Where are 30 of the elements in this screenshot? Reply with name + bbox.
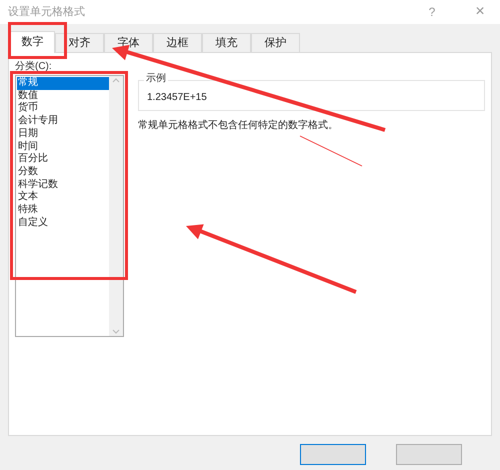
list-item[interactable]: 数值 — [17, 90, 109, 102]
ok-button[interactable] — [300, 444, 366, 465]
tab[interactable]: 对齐 — [55, 33, 104, 52]
list-item[interactable]: 货币 — [17, 102, 109, 116]
category-label: 分类(C): — [15, 61, 53, 73]
tab[interactable]: 数字 — [10, 31, 55, 53]
description-text: 常规单元格格式不包含任何特定的数字格式。 — [138, 118, 339, 133]
sample-legend: 示例 — [144, 73, 168, 85]
list-item[interactable]: 会计专用 — [17, 115, 109, 128]
list-item[interactable]: 文本 — [17, 191, 109, 204]
scroll-down-icon[interactable] — [112, 329, 120, 334]
scroll-up-icon[interactable] — [112, 78, 120, 83]
list-item[interactable]: 分数 — [17, 166, 109, 179]
list-item[interactable]: 常规 — [17, 77, 109, 90]
list-item[interactable]: 日期 — [17, 128, 109, 141]
scrollbar[interactable] — [109, 76, 123, 336]
sample-value: 1.23457E+15 — [147, 90, 207, 104]
tab[interactable]: 边框 — [153, 33, 202, 52]
leader-line — [300, 136, 362, 166]
list-item[interactable]: 时间 — [17, 140, 109, 154]
list-item[interactable]: 百分比 — [17, 153, 109, 166]
tab[interactable]: 填充 — [202, 33, 251, 52]
list-item[interactable]: 自定义 — [17, 216, 109, 230]
list-item[interactable]: 科学记数 — [17, 178, 109, 192]
window-title: 设置单元格格式 — [8, 4, 86, 20]
list-item[interactable]: 特殊 — [17, 204, 109, 217]
cancel-button[interactable] — [396, 444, 462, 465]
category-list[interactable]: 常规 数值 货币 会计专用 日期 时间 百分比 分数 科学记数 文本 特殊 自定义 — [15, 75, 124, 337]
tab[interactable]: 保护 — [251, 33, 300, 52]
highlight-box — [8, 22, 67, 59]
